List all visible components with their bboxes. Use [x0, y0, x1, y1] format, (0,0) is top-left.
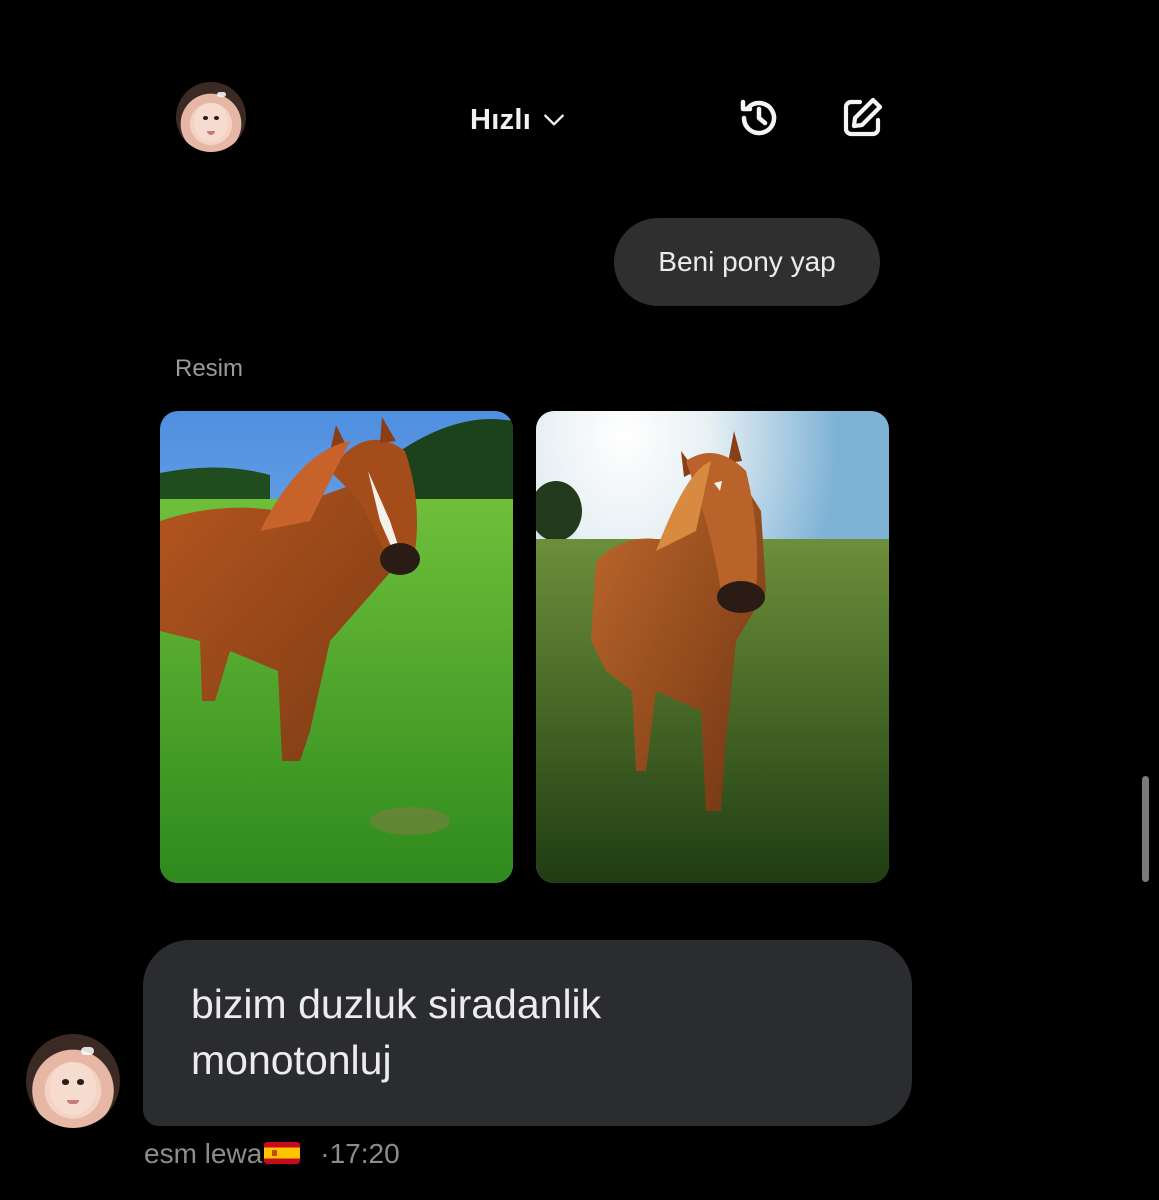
history-clock-icon: [740, 99, 777, 136]
scrollbar-thumb[interactable]: [1142, 776, 1149, 882]
horse-field-image: [536, 411, 889, 883]
avatar-hair-bow: [80, 1047, 94, 1055]
avatar-face: [194, 103, 228, 143]
reply-text-line-2: monotonluj: [191, 1037, 392, 1083]
model-selector-label: Hızlı: [470, 103, 532, 136]
reply-timestamp: ·17:20: [320, 1138, 400, 1169]
image-results-label: Resim: [175, 355, 244, 382]
reply-meta: esm lewa ·17:20: [144, 1138, 400, 1170]
model-selector[interactable]: Hızlı: [470, 100, 567, 140]
profile-avatar[interactable]: [176, 82, 246, 152]
avatar-eye-left: [61, 1079, 70, 1085]
chevron-down-icon: [544, 114, 564, 126]
spain-flag-icon: [264, 1142, 301, 1164]
avatar-hair-bow: [216, 91, 227, 98]
generated-image-1[interactable]: [160, 411, 513, 883]
reply-text-line-1: bizim duzluk siradanlik: [191, 981, 602, 1027]
history-button[interactable]: [735, 94, 783, 142]
edit-square-icon: [843, 97, 883, 137]
generated-image-2[interactable]: [536, 411, 889, 883]
avatar-eye-right: [213, 115, 220, 120]
avatar-eye-right: [76, 1079, 85, 1085]
reply-message-bubble: bizim duzluk siradanlik monotonluj: [143, 940, 912, 1126]
avatar-face: [50, 1062, 96, 1115]
new-chat-button[interactable]: [838, 94, 886, 142]
reply-author-avatar[interactable]: [26, 1034, 120, 1128]
avatar-eye-left: [202, 115, 209, 120]
horse-pasture-image: [160, 411, 513, 883]
user-message-bubble: Beni pony yap: [614, 218, 880, 306]
reply-author-name: esm lewa: [144, 1138, 263, 1169]
